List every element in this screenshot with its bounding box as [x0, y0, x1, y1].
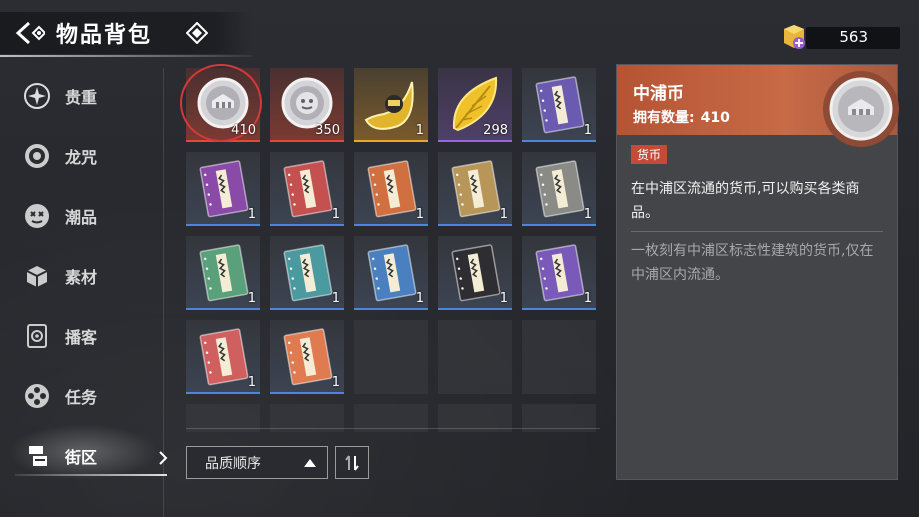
mask-face-icon: [22, 201, 52, 231]
item-count: 298: [483, 123, 508, 138]
item-count: 1: [247, 375, 256, 390]
page-header: 物品背包: [0, 12, 252, 57]
inventory-slot[interactable]: 1: [522, 236, 596, 310]
item-count: 1: [499, 291, 508, 306]
diamond-icon: [186, 22, 209, 44]
sidebar-item-trendy[interactable]: 潮品: [22, 196, 162, 236]
item-count: 1: [415, 123, 424, 138]
chevron-right-icon: [159, 451, 168, 465]
inventory-slot[interactable]: 1: [186, 320, 260, 394]
item-count: 410: [231, 123, 256, 138]
sort-dropdown[interactable]: 品质顺序: [186, 446, 328, 479]
detail-item-name: 中浦币: [633, 84, 684, 104]
item-count: 350: [315, 123, 340, 138]
inventory-slot[interactable]: 1: [354, 236, 428, 310]
inventory-slot[interactable]: 1: [270, 320, 344, 394]
sidebar-item-label: 播客: [65, 328, 98, 347]
sidebar-item-label: 街区: [65, 448, 98, 467]
detail-header: 中浦币 拥有数量: 410: [617, 65, 899, 147]
item-count: 1: [331, 375, 340, 390]
cube-box-icon: [22, 261, 52, 291]
sidebar-item-label: 素材: [65, 268, 98, 287]
inventory-grid: 410 350 1 298 1 1 1 1 1 1 1 1 1 1 1 1 1: [180, 64, 596, 478]
sidebar-item-podcast[interactable]: 播客: [22, 316, 162, 356]
sort-order-button[interactable]: [335, 446, 369, 479]
item-count: 1: [583, 207, 592, 222]
back-arrow-icon: [15, 21, 45, 45]
inventory-slot[interactable]: 1: [438, 152, 512, 226]
sidebar-item-dragon-curse[interactable]: 龙咒: [22, 136, 162, 176]
coin-building-icon: [823, 71, 899, 147]
detail-owned: 拥有数量: 410: [633, 107, 730, 127]
inventory-slot[interactable]: 1: [186, 152, 260, 226]
item-count: 1: [247, 207, 256, 222]
inventory-slot[interactable]: 298: [438, 68, 512, 142]
inventory-slot[interactable]: 1: [270, 236, 344, 310]
item-count: 1: [499, 207, 508, 222]
divider: [186, 428, 600, 429]
back-button[interactable]: [10, 13, 50, 53]
item-count: 1: [331, 291, 340, 306]
sidebar-item-district[interactable]: 街区: [22, 436, 162, 476]
item-detail-panel: 中浦币 拥有数量: 410 货币 在中浦区流通的货币,可以购买各类商品。 一枚刻有…: [616, 64, 899, 480]
sidebar-item-label: 潮品: [65, 208, 98, 227]
currency-value: 563: [839, 28, 868, 46]
item-count: 1: [331, 207, 340, 222]
owned-label: 拥有数量:: [633, 110, 695, 126]
item-count: 1: [583, 123, 592, 138]
inventory-slot[interactable]: 1: [438, 236, 512, 310]
film-reel-icon: [22, 381, 52, 411]
active-underline: [15, 474, 167, 476]
item-count: 1: [415, 207, 424, 222]
sidebar-item-label: 贵重: [65, 88, 98, 107]
sort-direction-icon: [345, 454, 359, 471]
inventory-slot[interactable]: 1: [522, 68, 596, 142]
item-count: 1: [583, 291, 592, 306]
sidebar-item-label: 龙咒: [65, 148, 98, 167]
district-icon: [22, 441, 52, 471]
inventory-slot[interactable]: 1: [522, 152, 596, 226]
currency-display[interactable]: 563: [780, 24, 900, 50]
empty-slot: [438, 320, 512, 394]
inventory-slot[interactable]: 1: [270, 152, 344, 226]
item-count: 1: [247, 291, 256, 306]
divider: [631, 231, 883, 232]
sort-label: 品质顺序: [205, 455, 261, 472]
page-title: 物品背包: [56, 23, 153, 48]
item-type-badge: 货币: [631, 145, 668, 164]
empty-slot: [522, 320, 596, 394]
item-description: 在中浦区流通的货币,可以购买各类商品。: [631, 181, 860, 221]
speaker-icon: [22, 321, 52, 351]
inventory-slot[interactable]: 1: [354, 68, 428, 142]
inventory-slot[interactable]: 410: [180, 64, 262, 142]
sidebar-item-valuables[interactable]: 贵重: [22, 76, 162, 116]
inventory-slot[interactable]: 1: [186, 236, 260, 310]
item-count: 1: [415, 291, 424, 306]
gem-plus-icon: [784, 25, 805, 49]
triangle-up-icon: [304, 458, 316, 467]
empty-slot: [354, 320, 428, 394]
inventory-slot[interactable]: 1: [354, 152, 428, 226]
inventory-slot[interactable]: 350: [270, 68, 344, 142]
item-lore: 一枚刻有中浦区标志性建筑的货币,仅在中浦区内流通。: [631, 243, 874, 283]
sidebar-item-label: 任务: [65, 388, 98, 407]
sidebar-item-quests[interactable]: 任务: [22, 376, 162, 416]
owned-value: 410: [700, 110, 730, 126]
sidebar-item-materials[interactable]: 素材: [22, 256, 162, 296]
star-burst-icon: [22, 81, 52, 111]
target-ring-icon: [22, 141, 52, 171]
